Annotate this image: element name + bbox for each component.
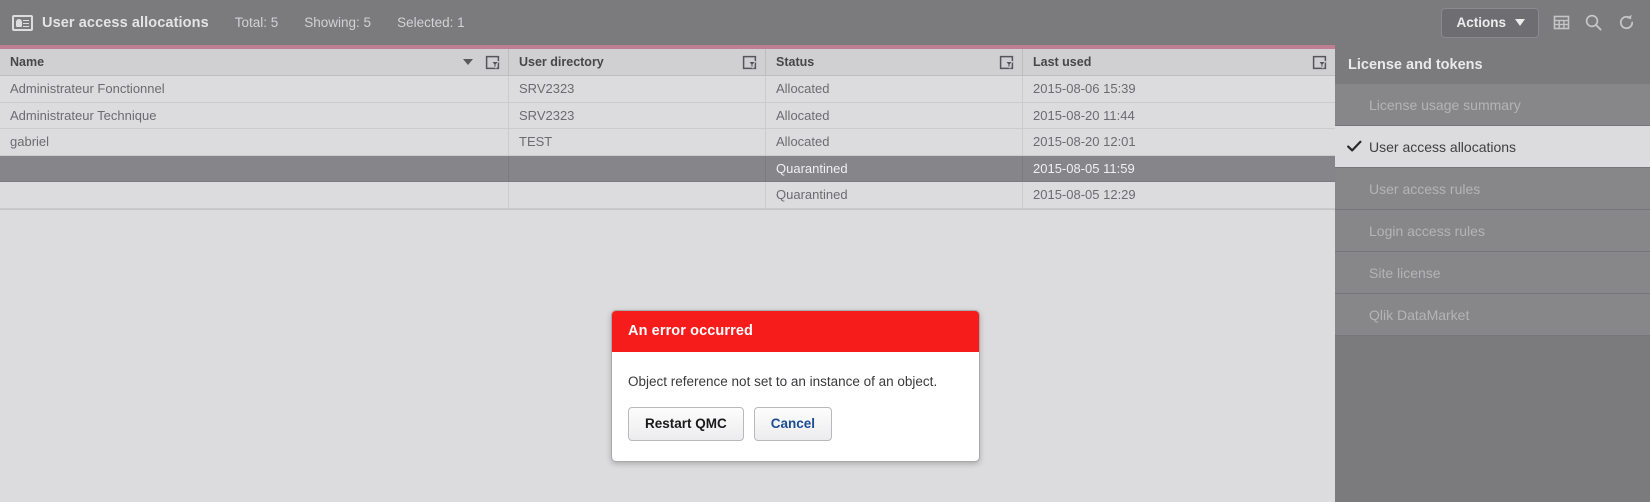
cell-user-directory xyxy=(509,182,766,208)
column-header-last-used-label: Last used xyxy=(1033,55,1092,69)
sort-descending-icon[interactable] xyxy=(463,59,473,65)
error-dialog-message: Object reference not set to an instance … xyxy=(628,374,938,389)
cell-status: Allocated xyxy=(766,129,1023,155)
sidebar-filler xyxy=(1335,336,1650,496)
cell-name xyxy=(0,155,509,181)
toolbar-left-group: User access allocations Total: 5 Showing… xyxy=(12,14,465,31)
sidebar-item-label: User access allocations xyxy=(1369,138,1517,155)
cell-last-used: 2015-08-20 12:01 xyxy=(1033,134,1136,150)
error-dialog: An error occurred Object reference not s… xyxy=(611,310,980,462)
top-toolbar: User access allocations Total: 5 Showing… xyxy=(0,0,1650,45)
cell-last-used: 2015-08-05 11:59 xyxy=(1033,160,1135,176)
showing-count-label: Showing: 5 xyxy=(304,15,372,30)
sidebar-item-label: License usage summary xyxy=(1369,96,1521,113)
error-dialog-title: An error occurred xyxy=(612,311,979,352)
toolbar-right-group: Actions xyxy=(1441,7,1636,38)
cell-user-directory: TEST xyxy=(509,129,766,155)
error-dialog-actions: Restart QMC Cancel xyxy=(612,403,979,461)
column-header-user-directory[interactable]: User directory xyxy=(509,49,766,75)
cancel-button[interactable]: Cancel xyxy=(753,407,833,441)
table-row-selected[interactable]: Quarantined 2015-08-05 11:59 xyxy=(0,155,1335,182)
refresh-icon[interactable] xyxy=(1617,13,1636,32)
actions-button[interactable]: Actions xyxy=(1441,7,1539,38)
page-title: User access allocations xyxy=(42,14,209,31)
sidebar-item-qlik-datamarket[interactable]: Qlik DataMarket xyxy=(1335,294,1650,336)
cell-user-directory xyxy=(509,155,766,181)
qmc-application: User access allocations Total: 5 Showing… xyxy=(0,0,1650,502)
cell-name: gabriel xyxy=(0,129,509,155)
sidebar-item-label: User access rules xyxy=(1369,180,1481,197)
table-row[interactable]: Quarantined 2015-08-05 12:29 xyxy=(0,182,1335,209)
cell-status: Quarantined xyxy=(766,182,1023,208)
cell-user-directory: SRV2323 xyxy=(509,76,766,102)
cell-name: Administrateur Technique xyxy=(0,102,509,128)
sidebar-item-user-access-allocations[interactable]: User access allocations xyxy=(1335,126,1650,168)
column-header-last-used[interactable]: Last used xyxy=(1023,49,1335,75)
filter-icon[interactable] xyxy=(1312,55,1327,70)
sidebar-item-label: Site license xyxy=(1369,264,1441,281)
restart-qmc-button[interactable]: Restart QMC xyxy=(628,407,744,441)
filter-icon[interactable] xyxy=(742,55,757,70)
sidebar-item-license-usage-summary[interactable]: License usage summary xyxy=(1335,84,1650,126)
search-icon[interactable] xyxy=(1584,13,1603,32)
check-icon xyxy=(1347,140,1367,153)
cell-last-used: 2015-08-05 12:29 xyxy=(1033,187,1136,203)
cell-name xyxy=(0,182,509,208)
sidebar-item-login-access-rules[interactable]: Login access rules xyxy=(1335,210,1650,252)
table-header-row: Name User directory Status Last used xyxy=(0,49,1335,76)
cell-status: Allocated xyxy=(766,76,1023,102)
sidebar-item-user-access-rules[interactable]: User access rules xyxy=(1335,168,1650,210)
sidebar-title: License and tokens xyxy=(1335,45,1650,84)
right-sidebar: License and tokens License usage summary… xyxy=(1335,45,1650,502)
column-header-status[interactable]: Status xyxy=(766,49,1023,75)
chevron-down-icon xyxy=(1515,18,1525,26)
filter-icon[interactable] xyxy=(485,55,500,70)
column-header-user-directory-label: User directory xyxy=(519,55,604,69)
sidebar-item-site-license[interactable]: Site license xyxy=(1335,252,1650,294)
table-row[interactable]: Administrateur Technique SRV2323 Allocat… xyxy=(0,102,1335,129)
user-access-allocations-table: Name User directory Status Last used Adm… xyxy=(0,49,1335,210)
id-card-icon xyxy=(12,14,33,31)
cell-last-used: 2015-08-20 11:44 xyxy=(1033,107,1135,123)
cell-last-used: 2015-08-06 15:39 xyxy=(1033,81,1136,97)
cell-user-directory: SRV2323 xyxy=(509,102,766,128)
cell-status: Allocated xyxy=(766,102,1023,128)
actions-button-label: Actions xyxy=(1456,14,1506,30)
filter-icon[interactable] xyxy=(999,55,1014,70)
table-bottom-edge xyxy=(0,208,1335,210)
selected-count-label: Selected: 1 xyxy=(397,15,465,30)
column-header-name-label: Name xyxy=(10,55,45,69)
total-count-label: Total: 5 xyxy=(234,15,279,30)
sidebar-item-label: Qlik DataMarket xyxy=(1369,306,1470,323)
column-header-status-label: Status xyxy=(776,55,815,69)
sidebar-item-label: Login access rules xyxy=(1369,222,1485,239)
table-row[interactable]: gabriel TEST Allocated 2015-08-20 12:01 xyxy=(0,129,1335,156)
table-columns-icon[interactable] xyxy=(1553,14,1570,31)
cell-name: Administrateur Fonctionnel xyxy=(0,76,509,102)
table-row[interactable]: Administrateur Fonctionnel SRV2323 Alloc… xyxy=(0,76,1335,103)
column-header-name[interactable]: Name xyxy=(0,49,509,75)
cell-status: Quarantined xyxy=(766,155,1023,181)
